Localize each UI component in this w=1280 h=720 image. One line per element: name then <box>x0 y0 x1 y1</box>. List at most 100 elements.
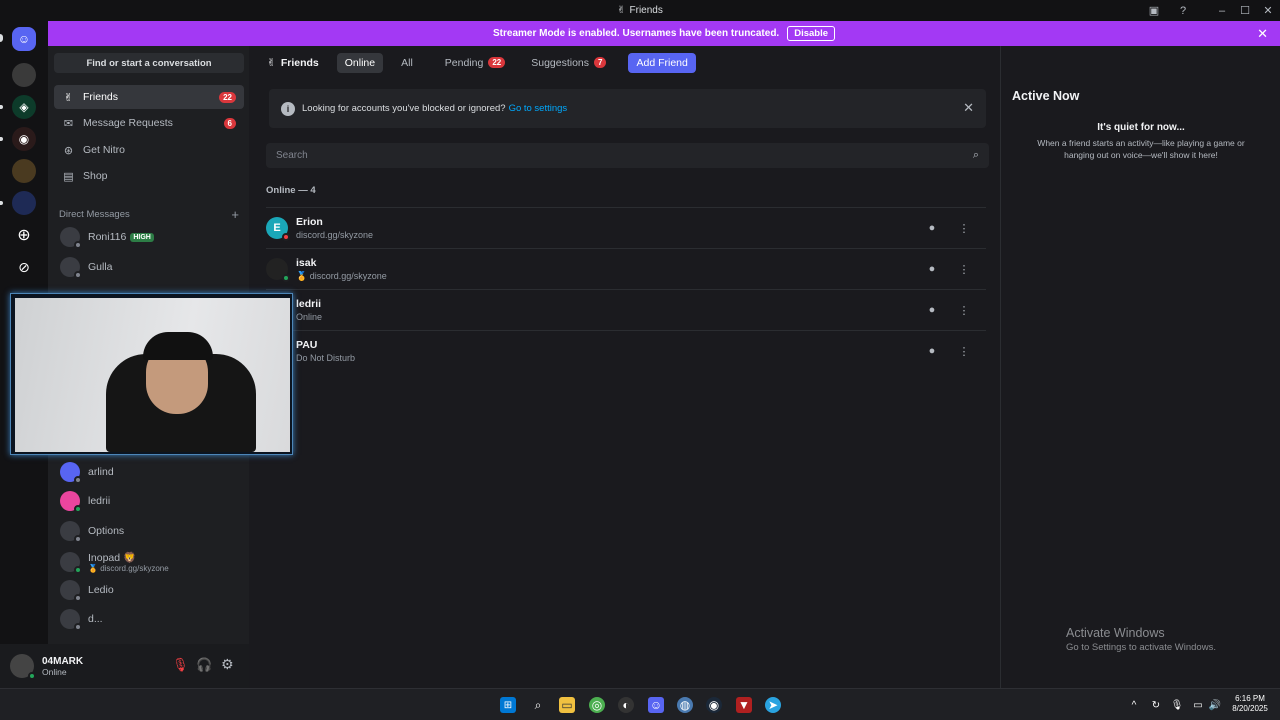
tab-online[interactable]: Online <box>336 52 384 73</box>
server-icon-4[interactable] <box>12 159 36 183</box>
sidebar-item-message-requests[interactable]: ✉ Message Requests 6 <box>54 111 244 135</box>
active-now-title: Active Now <box>1012 89 1080 103</box>
server-icon-5[interactable] <box>12 191 36 215</box>
windows-start-icon[interactable]: ⊞ <box>500 697 516 713</box>
go-to-settings-link[interactable]: Go to settings <box>509 103 568 114</box>
maximize-button[interactable]: ☐ <box>1233 0 1257 21</box>
notice-text: Looking for accounts you've blocked or i… <box>302 103 506 114</box>
disable-button[interactable]: Disable <box>787 26 835 41</box>
add-server-icon[interactable]: ⊕ <box>12 223 36 247</box>
webcam-overlay <box>10 293 293 455</box>
dm-item[interactable]: arlind <box>60 459 240 485</box>
friend-row[interactable]: PAU Do Not Disturb ● ⋮ <box>266 330 986 371</box>
clock[interactable]: 6:16 PM 8/20/2025 <box>1228 694 1272 714</box>
close-icon[interactable]: ✕ <box>963 100 974 116</box>
sidebar-item-label: Shop <box>83 170 108 182</box>
status-dot <box>28 672 36 680</box>
unread-pip <box>0 137 3 141</box>
title-bar: ✌ Friends ▣ ? – ☐ ✕ <box>0 0 1280 21</box>
telegram-icon[interactable]: ➤ <box>765 697 781 713</box>
friends-search-input[interactable]: Search ⌕ <box>266 143 989 168</box>
avatar <box>60 521 82 543</box>
dm-item[interactable]: Ledio <box>60 577 240 603</box>
volume-icon[interactable]: 🔊 <box>1207 697 1223 713</box>
faceit-icon[interactable]: ▼ <box>736 697 752 713</box>
help-icon[interactable]: ? <box>1171 0 1195 21</box>
discord-icon[interactable]: ☺ <box>648 697 664 713</box>
server-icon-1[interactable] <box>12 63 36 87</box>
sidebar-item-friends[interactable]: ✌ Friends 22 <box>54 85 244 109</box>
settings-gear-icon[interactable]: ⚙ <box>221 656 234 673</box>
tab-suggestions[interactable]: Suggestions 7 <box>523 53 614 73</box>
window-title: Friends <box>629 5 663 16</box>
friend-row[interactable]: ledrii Online ● ⋮ <box>266 289 986 330</box>
file-explorer-icon[interactable]: ▭ <box>559 697 575 713</box>
discover-icon[interactable]: ⊘ <box>12 255 36 279</box>
shop-icon: ▤ <box>63 170 74 183</box>
tab-all[interactable]: All <box>393 53 421 73</box>
server-icon-2[interactable]: ◈ <box>12 95 36 119</box>
blocked-accounts-notice: i Looking for accounts you've blocked or… <box>269 89 986 128</box>
close-window-button[interactable]: ✕ <box>1256 0 1280 21</box>
more-options-icon[interactable]: ⋮ <box>954 259 974 279</box>
message-icon[interactable]: ● <box>922 341 942 361</box>
dm-item[interactable]: d... <box>60 606 240 632</box>
person-cap <box>143 332 213 360</box>
message-icon[interactable]: ● <box>922 259 942 279</box>
deafened-icon[interactable]: 🎧 <box>196 657 212 673</box>
sidebar-item-shop[interactable]: ▤ Shop <box>54 164 244 188</box>
add-friend-button[interactable]: Add Friend <box>628 52 696 73</box>
friend-row[interactable]: isak 🏅 discord.gg/skyzone ● ⋮ <box>266 248 986 289</box>
avatar: E <box>266 217 290 241</box>
search-placeholder: Search <box>276 150 308 161</box>
app-icon[interactable]: ◐ <box>618 697 634 713</box>
search-icon[interactable]: ⌕ <box>530 697 546 713</box>
dm-item[interactable]: Gulla <box>60 254 240 280</box>
more-options-icon[interactable]: ⋮ <box>954 341 974 361</box>
find-conversation-button[interactable]: Find or start a conversation <box>54 53 244 73</box>
dm-item[interactable]: ledrii <box>60 488 240 514</box>
steam-icon[interactable]: ◉ <box>706 697 722 713</box>
tray-chevron-icon[interactable]: ^ <box>1126 697 1142 713</box>
network-icon[interactable]: ▭ <box>1190 697 1206 713</box>
avatar <box>266 258 290 282</box>
watermark-sub: Go to Settings to activate Windows. <box>1066 642 1216 653</box>
chrome-icon[interactable]: ◎ <box>589 697 605 713</box>
add-dm-icon[interactable]: + <box>231 207 239 222</box>
mail-icon: ✉ <box>63 117 74 130</box>
dm-name: Roni116 <box>88 231 127 243</box>
status-dot <box>74 271 82 279</box>
mic-muted-icon[interactable]: 🎙 <box>172 657 189 673</box>
avatar <box>60 491 82 513</box>
microphone-icon[interactable]: 🎙 <box>1169 697 1185 713</box>
nitro-icon: ⊛ <box>63 144 74 157</box>
message-icon[interactable]: ● <box>922 300 942 320</box>
active-now-panel: Active Now It's quiet for now... When a … <box>1000 46 1280 688</box>
screen-share-icon[interactable]: ▣ <box>1142 0 1166 21</box>
dm-name: Inopad <box>88 552 121 564</box>
online-count-header: Online — 4 <box>266 185 316 196</box>
dm-name: Ledio <box>88 584 114 596</box>
home-discord-icon[interactable]: ☺ <box>12 27 36 51</box>
more-options-icon[interactable]: ⋮ <box>954 300 974 320</box>
close-icon[interactable]: ✕ <box>1257 26 1268 42</box>
app-icon-2[interactable]: ◍ <box>677 697 693 713</box>
tray-app-icon[interactable]: ↻ <box>1148 697 1164 713</box>
streamer-mode-banner: Streamer Mode is enabled. Usernames have… <box>48 21 1280 46</box>
clan-tag: HIGH <box>130 232 154 242</box>
message-icon[interactable]: ● <box>922 218 942 238</box>
tab-pending[interactable]: Pending 22 <box>437 53 513 73</box>
dm-item[interactable]: Inopad 🦁 🏅 discord.gg/skyzone <box>60 548 240 576</box>
sidebar-item-nitro[interactable]: ⊛ Get Nitro <box>54 138 244 162</box>
minimize-button[interactable]: – <box>1210 0 1234 21</box>
user-avatar[interactable] <box>10 654 36 680</box>
dm-item[interactable]: Options <box>60 518 240 544</box>
dm-item[interactable]: Roni116 HIGH <box>60 224 240 250</box>
watermark-title: Activate Windows <box>1066 626 1165 640</box>
sidebar-item-label: Friends <box>83 91 119 103</box>
avatar <box>60 227 82 249</box>
friend-row[interactable]: E Erion discord.gg/skyzone ● ⋮ <box>266 207 986 248</box>
server-icon-3[interactable]: ◉ <box>12 127 36 151</box>
pending-badge: 22 <box>488 57 506 68</box>
more-options-icon[interactable]: ⋮ <box>954 218 974 238</box>
